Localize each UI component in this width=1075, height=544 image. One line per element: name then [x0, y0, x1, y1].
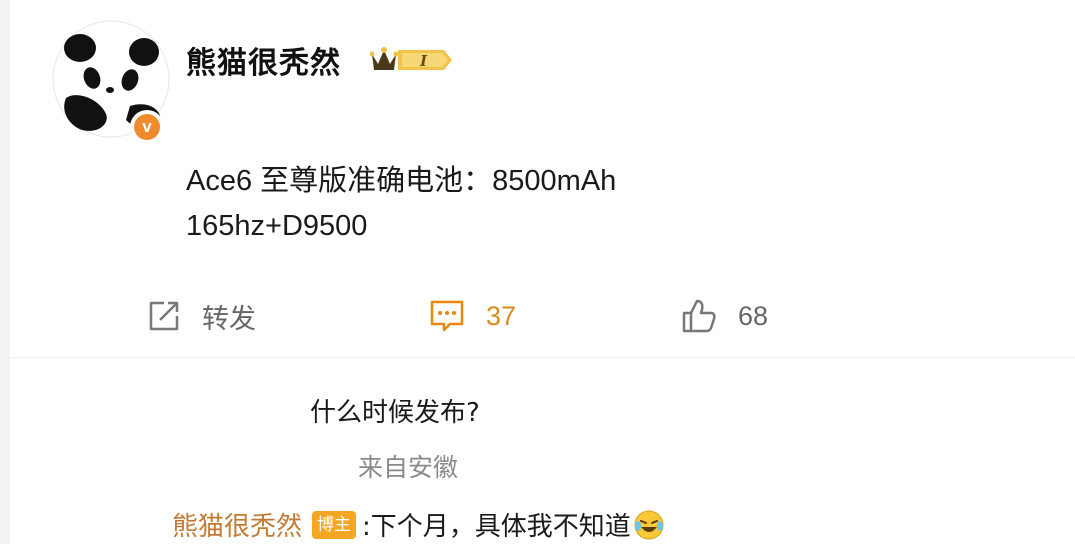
reply-text: :下个月，具体我不知道 — [362, 512, 631, 542]
comment-button[interactable]: 37 — [428, 296, 516, 336]
verified-v-icon: v — [134, 114, 160, 140]
comment-text: 什么时候发布? — [310, 398, 480, 428]
author-name[interactable]: 熊猫很秃然 — [186, 38, 341, 82]
thumbs-up-icon — [682, 299, 716, 333]
post-content-line-2: 165hz+D9500 — [186, 210, 368, 242]
reply-author-name[interactable]: 熊猫很秃然 — [172, 506, 302, 543]
laughing-crying-emoji-icon — [634, 510, 664, 539]
crown-badge-icon[interactable]: I — [369, 44, 454, 80]
repost-label: 转发 — [202, 303, 256, 335]
svg-text:I: I — [419, 52, 428, 70]
repost-icon — [149, 301, 179, 331]
like-count: 68 — [738, 300, 769, 331]
comment-location: 来自安徽 — [358, 453, 459, 482]
comment-icon — [430, 300, 464, 332]
post-card: v 熊猫很秃然 I Ace6 至尊版准确电池：8500mAh 165hz+D95… — [10, 0, 1075, 544]
reply: 熊猫很秃然 博主 :下个月，具体我不知道 — [172, 506, 665, 543]
comment-count: 37 — [486, 300, 517, 331]
divider — [10, 357, 1075, 358]
like-button[interactable]: 68 — [680, 296, 768, 336]
repost-button[interactable]: 转发 — [146, 296, 256, 336]
verified-badge: v — [130, 110, 164, 144]
post-content-line-1: Ace6 至尊版准确电池：8500mAh — [186, 165, 617, 197]
blogger-badge: 博主 — [312, 510, 357, 539]
